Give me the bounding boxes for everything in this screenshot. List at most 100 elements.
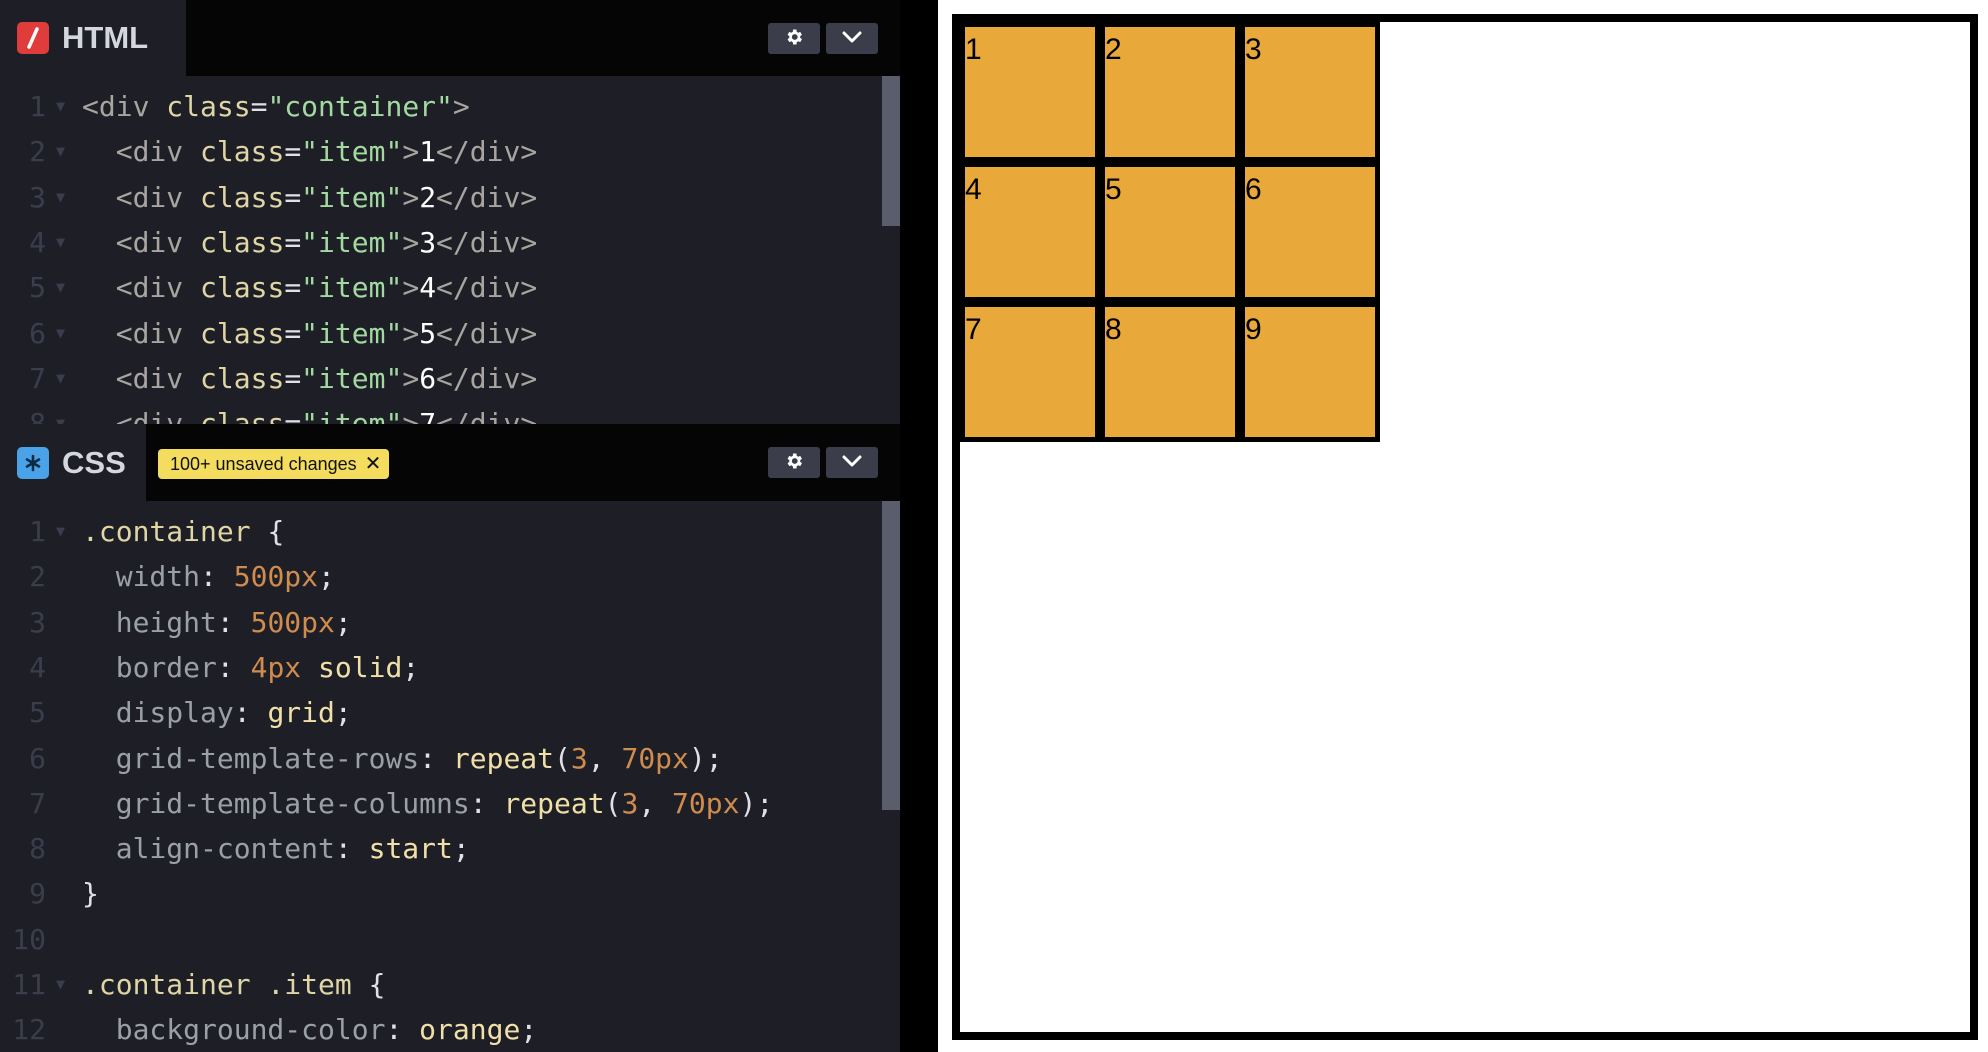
line-number: 1 <box>29 515 46 548</box>
line-number: 8 <box>29 832 46 866</box>
html-scrollbar[interactable] <box>882 76 900 226</box>
code-text: <div class="item">5</div> <box>115 316 538 350</box>
css-tab[interactable]: CSS <box>0 424 146 501</box>
code-line[interactable]: 1 ▼ <div class="container"> <box>0 84 880 129</box>
html-tab[interactable]: HTML <box>0 0 186 76</box>
grid-item: 3 <box>1240 22 1380 162</box>
code-line[interactable]: 1 ▼ .container { <box>0 509 880 554</box>
gear-icon <box>784 451 804 475</box>
css-scrollbar[interactable] <box>882 501 900 810</box>
line-number: 8 <box>29 407 46 424</box>
line-number: 11 <box>12 968 46 1001</box>
code-line[interactable]: 8 ▼ <div class="item">7</div> <box>0 401 880 424</box>
code-text: display: grid; <box>115 696 352 730</box>
fold-arrow-icon[interactable]: ▼ <box>56 356 65 401</box>
grid-item: 7 <box>960 302 1100 442</box>
gear-icon <box>784 27 804 51</box>
fold-arrow-icon[interactable]: ▼ <box>56 311 65 356</box>
code-line[interactable]: 10 <box>0 917 880 962</box>
pane-divider[interactable] <box>900 0 938 1052</box>
line-number: 6 <box>29 741 46 775</box>
code-text: width: 500px; <box>115 560 335 594</box>
code-line[interactable]: 3 ▼ <div class="item">2</div> <box>0 175 880 220</box>
code-text: <div class="item">2</div> <box>115 180 538 214</box>
slash-icon <box>17 22 49 54</box>
fold-arrow-icon[interactable]: ▼ <box>56 220 65 265</box>
code-line[interactable]: 4 border: 4px solid; <box>0 645 880 690</box>
code-line[interactable]: 2 ▼ <div class="item">1</div> <box>0 129 880 174</box>
html-collapse-button[interactable] <box>826 23 878 54</box>
line-number: 12 <box>12 1013 46 1047</box>
fold-arrow-icon[interactable]: ▼ <box>56 175 65 220</box>
line-number: 7 <box>29 786 46 820</box>
fold-arrow-icon[interactable]: ▼ <box>56 962 65 1007</box>
css-settings-button[interactable] <box>768 447 820 478</box>
grid-item: 5 <box>1100 162 1240 302</box>
code-text: grid-template-columns: repeat(3, 70px); <box>115 786 774 820</box>
html-pane-header: HTML <box>0 0 900 76</box>
close-icon[interactable]: ✕ <box>365 454 382 474</box>
code-line[interactable]: 7 grid-template-columns: repeat(3, 70px)… <box>0 781 880 826</box>
html-settings-button[interactable] <box>768 23 820 54</box>
line-number: 5 <box>29 696 46 730</box>
fold-arrow-icon[interactable]: ▼ <box>56 129 65 174</box>
code-text: <div class="item">1</div> <box>115 135 538 169</box>
css-scroll-thumb[interactable] <box>882 501 900 810</box>
grid-item: 2 <box>1100 22 1240 162</box>
code-text: height: 500px; <box>115 605 352 639</box>
line-number: 6 <box>29 316 46 350</box>
css-pane-header: CSS <box>0 424 900 501</box>
code-text: background-color: orange; <box>115 1013 538 1047</box>
css-collapse-button[interactable] <box>826 447 878 478</box>
code-text: <div class="item">4</div> <box>115 271 538 305</box>
fold-arrow-icon[interactable]: ▼ <box>56 265 65 310</box>
grid-item: 8 <box>1100 302 1240 442</box>
line-number: 10 <box>12 922 46 956</box>
code-text: .container .item { <box>82 968 386 1001</box>
line-number: 7 <box>29 361 46 395</box>
html-scroll-thumb[interactable] <box>882 76 900 226</box>
code-text: <div class="item">7</div> <box>115 407 538 424</box>
line-number: 2 <box>29 135 46 169</box>
code-line[interactable]: 4 ▼ <div class="item">3</div> <box>0 220 880 265</box>
html-code-editor[interactable]: 1 ▼ <div class="container"> 2 ▼ <div class="… <box>0 76 900 424</box>
chevron-down-icon <box>842 29 862 48</box>
line-number: 2 <box>29 560 46 594</box>
css-pane-label: CSS <box>62 444 126 480</box>
result-preview: 1 2 3 4 5 6 7 8 9 <box>938 0 1988 1052</box>
fold-arrow-icon[interactable]: ▼ <box>56 401 65 424</box>
unsaved-changes-badge[interactable]: 100+ unsaved changes ✕ <box>158 449 390 479</box>
code-line[interactable]: 5 display: grid; <box>0 690 880 735</box>
code-line[interactable]: 2 width: 500px; <box>0 554 880 599</box>
line-number: 4 <box>29 650 46 684</box>
asterisk-icon <box>17 446 49 479</box>
grid-item: 4 <box>960 162 1100 302</box>
code-text: <div class="item">3</div> <box>115 225 538 259</box>
line-number: 4 <box>29 225 46 259</box>
css-code-editor[interactable]: 1 ▼ .container {2 width: 500px; 3 height: 5… <box>0 501 900 1052</box>
code-text: align-content: start; <box>115 832 470 866</box>
code-text: <div class="item">6</div> <box>115 361 538 395</box>
line-number: 9 <box>29 877 46 911</box>
code-text: .container { <box>82 515 285 548</box>
editor-column: HTML 1 ▼ <div class="container"> 2 ▼ <div cl… <box>0 0 900 1052</box>
code-line[interactable]: 8 align-content: start; <box>0 826 880 871</box>
line-number: 1 <box>29 90 46 123</box>
code-line[interactable]: 7 ▼ <div class="item">6</div> <box>0 356 880 401</box>
code-line[interactable]: 6 ▼ <div class="item">5</div> <box>0 311 880 356</box>
code-line[interactable]: 6 grid-template-rows: repeat(3, 70px); <box>0 736 880 781</box>
chevron-down-icon <box>842 453 862 472</box>
code-line[interactable]: 3 height: 500px; <box>0 600 880 645</box>
fold-arrow-icon[interactable]: ▼ <box>56 509 65 554</box>
html-pane-label: HTML <box>62 20 149 55</box>
code-line[interactable]: 5 ▼ <div class="item">4</div> <box>0 265 880 310</box>
line-number: 5 <box>29 271 46 305</box>
code-line[interactable]: 11 ▼ .container .item { <box>0 962 880 1007</box>
grid-container: 1 2 3 4 5 6 7 8 9 <box>952 14 1978 1040</box>
grid-item: 9 <box>1240 302 1380 442</box>
code-text: <div class="container"> <box>82 90 470 123</box>
code-line[interactable]: 9} <box>0 871 880 916</box>
grid-item: 6 <box>1240 162 1380 302</box>
fold-arrow-icon[interactable]: ▼ <box>56 84 65 129</box>
code-line[interactable]: 12 background-color: orange; <box>0 1007 880 1052</box>
